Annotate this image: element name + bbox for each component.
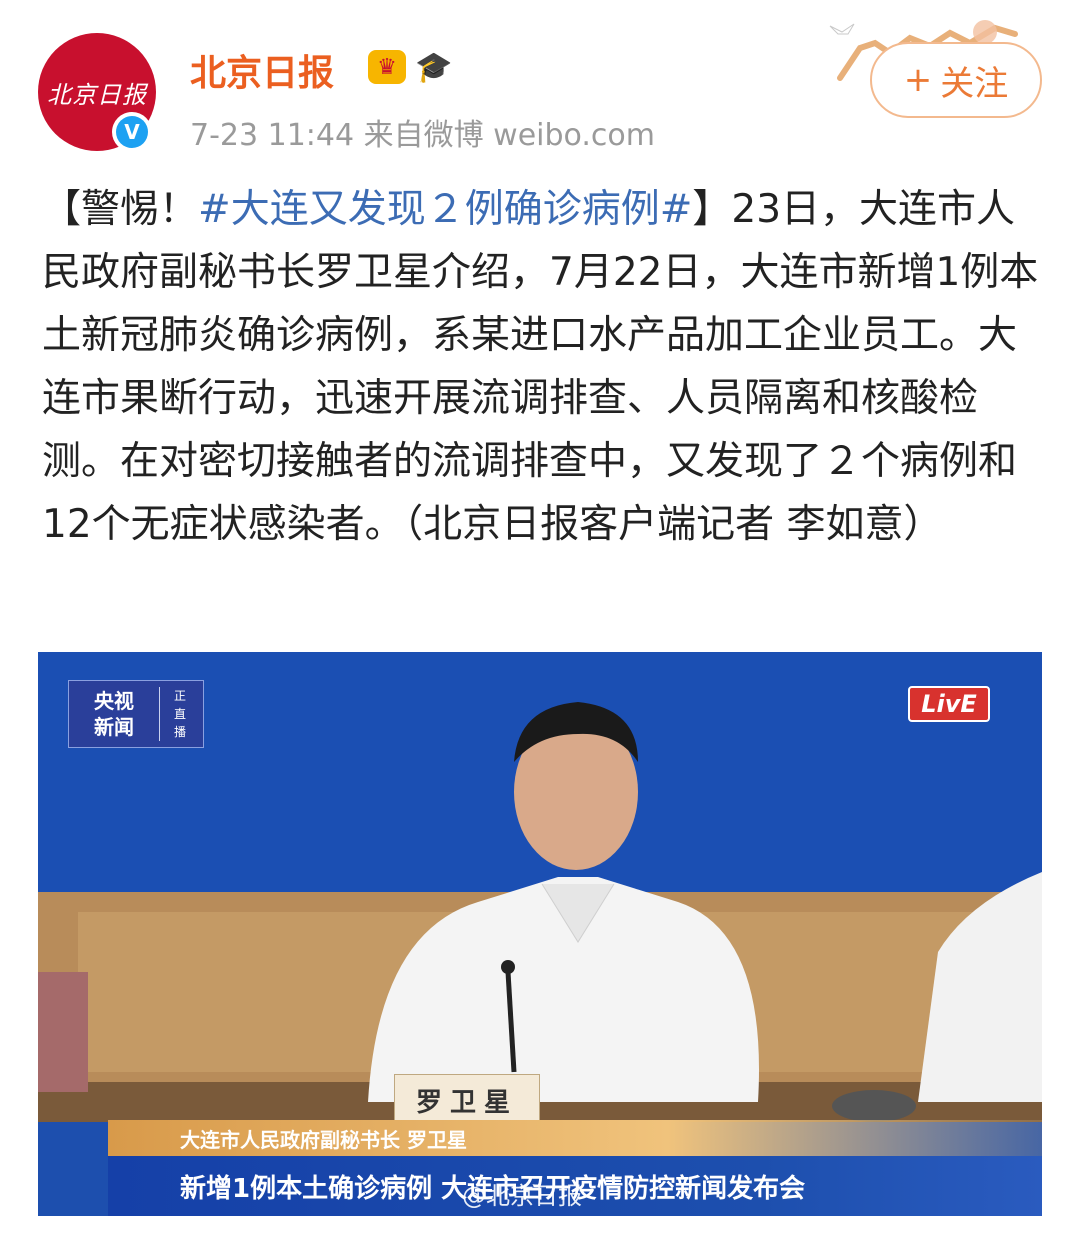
post-text: 【警惕！#大连又发现２例确诊病例#】23日，大连市人民政府副秘书长罗卫星介绍，7…: [42, 178, 1042, 556]
speaker-caption: 大连市人民政府副秘书长 罗卫星: [108, 1120, 1042, 1156]
cctv-logo-text: 央视 新闻: [94, 689, 134, 739]
follow-button[interactable]: + 关注: [870, 42, 1042, 118]
graduation-cap-icon[interactable]: 🎓: [414, 48, 454, 86]
post-meta: 7-23 11:44 来自微博 weibo.com: [190, 110, 655, 154]
crown-badge-icon[interactable]: ♛: [368, 50, 406, 84]
cctv-news-logo: 央视 新闻 正 直 播: [68, 680, 204, 748]
post-image[interactable]: 央视 新闻 正 直 播 LivE 罗卫星 大连市人民政府副秘书长 罗卫星 新增1…: [38, 652, 1042, 1216]
post-body: 】23日，大连市人民政府副秘书长罗卫星介绍，7月22日，大连市新增1例本土新冠肺…: [42, 187, 1039, 547]
verified-badge: V: [112, 112, 152, 152]
avatar-text: 北京日报: [47, 80, 147, 109]
post-prefix: 【警惕！: [42, 187, 199, 232]
verified-icon: V: [116, 116, 148, 148]
follow-label: 关注: [940, 63, 1009, 104]
post-header: 北京日报 V 北京日报 ♛ 🎓 7-23 11:44 来自微博 weibo.co…: [0, 0, 1080, 160]
timestamp: 7-23 11:44: [190, 118, 355, 153]
username[interactable]: 北京日报: [190, 44, 334, 96]
weibo-watermark: @北京日报: [462, 1182, 582, 1210]
live-broadcast-label: 正 直 播: [159, 687, 200, 741]
hashtag-link[interactable]: #大连又发现２例确诊病例#: [198, 187, 692, 232]
plus-icon: +: [903, 60, 933, 100]
post-source: 来自微博 weibo.com: [363, 118, 655, 153]
speaker-nameplate: 罗卫星: [394, 1074, 540, 1126]
live-badge: LivE: [908, 686, 990, 722]
